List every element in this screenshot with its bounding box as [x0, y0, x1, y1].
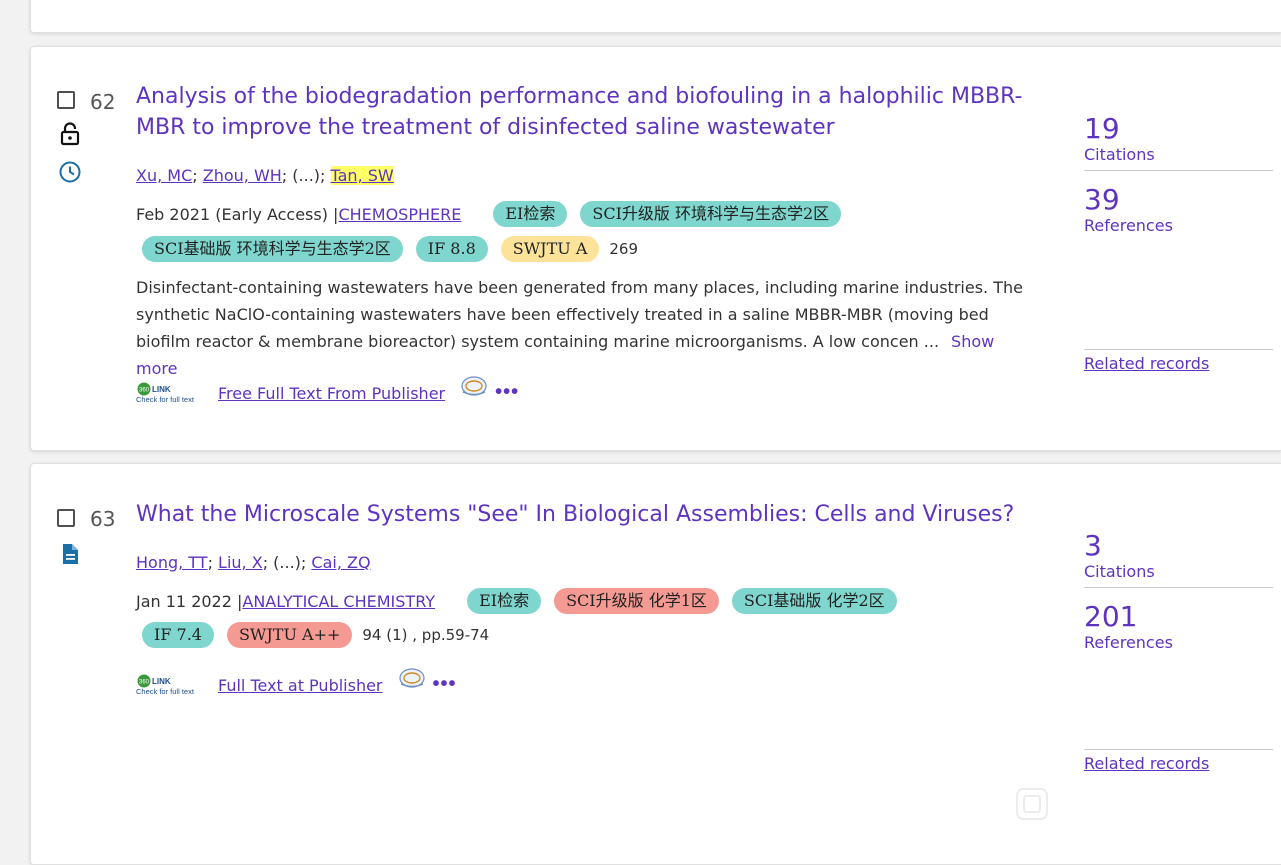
record-card: 63 What the Microscale Systems "See" In …	[30, 463, 1281, 865]
related-records-link[interactable]: Related records	[1084, 749, 1273, 773]
volume-info: 269	[609, 240, 639, 258]
category-badge: SCI升级版 化学1区	[554, 588, 719, 614]
references-count[interactable]: 201	[1084, 601, 1273, 633]
publication-date: Feb 2021 (Early Access) |	[136, 204, 339, 224]
svg-text:360: 360	[139, 680, 150, 686]
author-separator: ; (...);	[262, 553, 312, 572]
library-globe-icon[interactable]	[459, 375, 489, 399]
previous-record-card	[30, 0, 1281, 33]
impact-factor-badge: IF 8.8	[415, 236, 488, 262]
author-link[interactable]: Liu, X	[218, 553, 263, 572]
index-badge: EI检索	[467, 588, 542, 614]
document-icon	[63, 544, 78, 564]
references-label: References	[1084, 633, 1173, 652]
author-link[interactable]: Zhou, WH	[203, 166, 282, 185]
stats-divider	[1084, 170, 1273, 171]
library-globe-icon[interactable]	[397, 667, 427, 691]
record-number: 62	[90, 90, 116, 114]
link360-logo-icon[interactable]: 360 LINK Check for full text	[136, 381, 204, 405]
swjtu-rank-badge: SWJTU A++	[226, 622, 353, 648]
publication-info-line2: SCI基础版 环境科学与生态学2区 IF 8.8 SWJTU A 269	[142, 236, 638, 262]
publication-info: Jan 11 2022 | ANALYTICAL CHEMISTRY EI检索 …	[136, 588, 910, 614]
link360-logo-icon[interactable]: 360 LINK Check for full text	[136, 673, 204, 697]
svg-text:360: 360	[139, 388, 150, 394]
more-options-button[interactable]: •••	[433, 673, 457, 696]
full-text-links: 360 LINK Check for full text Full Text a…	[136, 668, 457, 697]
swjtu-rank-badge: SWJTU A	[500, 236, 600, 262]
index-badge: EI检索	[493, 201, 568, 227]
citation-stats: 3 Citations 201 References	[1084, 530, 1273, 652]
impact-factor-badge: IF 7.4	[142, 622, 214, 648]
citations-count[interactable]: 3	[1084, 530, 1273, 562]
record-card: 62 Analysis of the biodegradation perfor…	[30, 46, 1281, 451]
author-link[interactable]: Hong, TT	[136, 553, 208, 572]
author-link-highlighted[interactable]: Tan, SW	[330, 166, 394, 185]
references-count[interactable]: 39	[1084, 184, 1273, 216]
svg-text:LINK: LINK	[152, 385, 171, 394]
record-title-link[interactable]: Analysis of the biodegradation performan…	[136, 81, 1036, 143]
journal-link[interactable]: CHEMOSPHERE	[338, 205, 461, 224]
lock-open-icon	[60, 122, 80, 146]
abstract-body: Disinfectant-containing wastewaters have…	[136, 278, 1023, 351]
publication-info-line2: IF 7.4 SWJTU A++ 94 (1) , pp.59-74	[142, 622, 489, 648]
record-title-link[interactable]: What the Microscale Systems "See" In Bio…	[136, 499, 1036, 530]
citation-stats: 19 Citations 39 References	[1084, 113, 1273, 235]
citations-label: Citations	[1084, 145, 1155, 164]
category-badge: SCI升级版 环境科学与生态学2区	[580, 201, 842, 227]
citations-count[interactable]: 19	[1084, 113, 1273, 145]
publication-info: Feb 2021 (Early Access) | CHEMOSPHERE EI…	[136, 201, 854, 227]
category-badge: SCI基础版 化学2区	[731, 588, 897, 614]
full-text-link[interactable]: Free Full Text From Publisher	[218, 384, 445, 403]
stats-divider	[1084, 587, 1273, 588]
record-number: 63	[90, 507, 116, 531]
svg-text:Check for full text: Check for full text	[136, 687, 195, 696]
author-list: Xu, MC; Zhou, WH; (...); Tan, SW	[136, 166, 394, 185]
references-label: References	[1084, 216, 1173, 235]
author-link[interactable]: Cai, ZQ	[311, 553, 370, 572]
volume-info: 94 (1) , pp.59-74	[362, 626, 490, 644]
more-options-button[interactable]: •••	[495, 381, 519, 404]
author-separator: ; (...);	[281, 166, 331, 185]
record-checkbox[interactable]	[57, 509, 75, 527]
svg-text:Check for full text: Check for full text	[136, 395, 195, 404]
related-records-link[interactable]: Related records	[1084, 349, 1273, 373]
journal-link[interactable]: ANALYTICAL CHEMISTRY	[242, 592, 435, 611]
category-badge: SCI基础版 环境科学与生态学2区	[142, 236, 403, 262]
publication-date: Jan 11 2022 |	[136, 591, 243, 611]
abstract-text: Disinfectant-containing wastewaters have…	[136, 274, 1036, 382]
author-link[interactable]: Xu, MC	[136, 166, 192, 185]
full-text-links: 360 LINK Check for full text Free Full T…	[136, 376, 519, 405]
record-checkbox[interactable]	[57, 91, 75, 109]
clock-icon	[59, 161, 81, 183]
full-text-link[interactable]: Full Text at Publisher	[218, 676, 383, 695]
author-list: Hong, TT; Liu, X; (...); Cai, ZQ	[136, 553, 371, 572]
watermark-icon	[1016, 788, 1048, 820]
citations-label: Citations	[1084, 562, 1155, 581]
svg-text:LINK: LINK	[152, 677, 171, 686]
